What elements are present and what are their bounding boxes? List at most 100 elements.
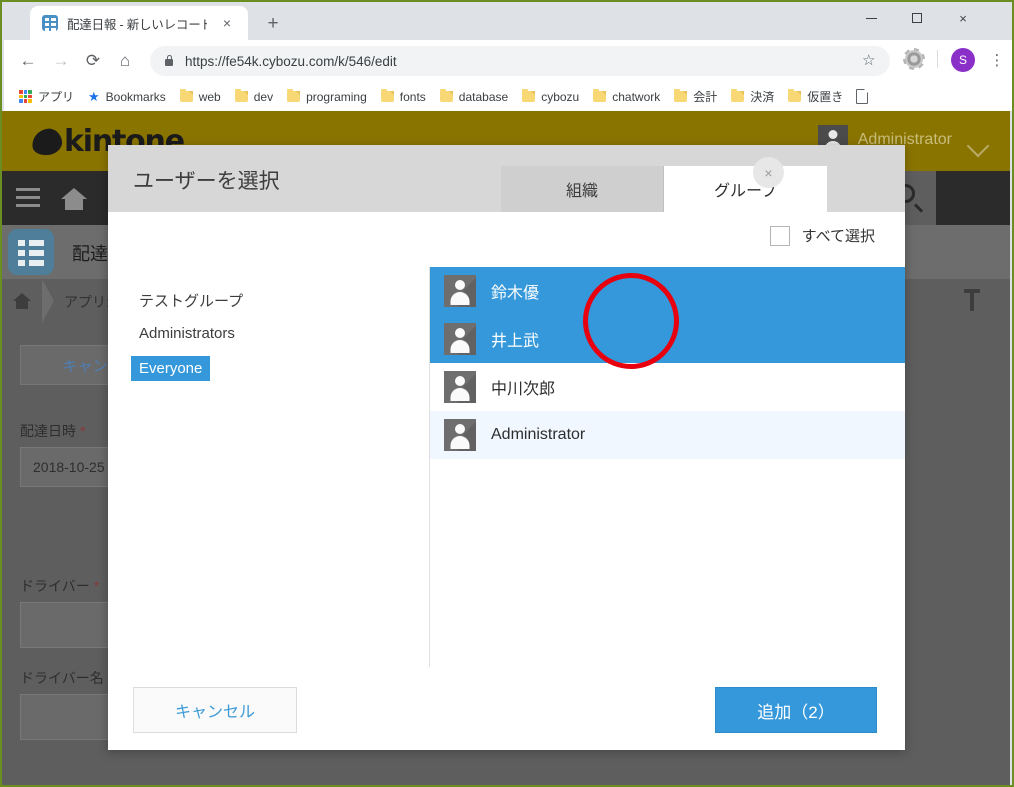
user-avatar-icon [444,275,476,307]
group-item-everyone[interactable]: Everyone [131,356,211,381]
close-icon[interactable]: × [220,16,234,30]
hamburger-icon[interactable] [16,188,40,208]
checkbox-box[interactable] [769,225,790,246]
folder-icon [380,89,394,102]
profile-avatar[interactable]: S [951,48,975,72]
field-label-driver: ドライバー * [20,578,100,594]
bookmark-label: chatwork [612,89,661,104]
window-maximize-button[interactable] [894,2,940,34]
bookmark-label: fonts [399,89,426,104]
bookmark-label: 仮置き [807,90,844,104]
pin-icon[interactable] [962,289,982,313]
lock-icon [164,55,174,67]
bookmark-item-chatwork[interactable]: chatwork [586,85,667,109]
window-minimize-button[interactable] [848,2,894,34]
bookmark-item-kaikei[interactable]: 会計 [667,85,724,109]
folder-icon [439,89,453,102]
bookmark-item-fonts[interactable]: fonts [374,85,433,109]
folder-icon [731,89,745,102]
group-item-test[interactable]: テストグループ [131,286,251,315]
user-select-dialog: ユーザーを選択 組織 グループ すべて選択 テストグループ Administra… [108,145,905,750]
bookmark-label: cybozu [541,89,580,104]
group-list: テストグループ Administrators Everyone [108,267,429,667]
bookmark-label: programing [306,89,367,104]
folder-icon [674,89,688,102]
bookmark-item-apps[interactable]: アプリ [12,85,81,109]
new-tab-button[interactable]: + [260,11,286,37]
folder-icon [179,89,193,102]
bookmark-item-kessai[interactable]: 決済 [724,85,781,109]
select-all-checkbox[interactable]: すべて選択 [769,225,875,246]
bookmarks-bar: アプリ ★ Bookmarks web dev programing fonts [4,82,1012,111]
gear-extension-icon[interactable] [905,50,923,68]
chevron-down-icon[interactable] [966,134,990,158]
home-icon[interactable] [61,188,87,210]
bookmark-label: web [198,89,221,104]
bookmark-label: アプリ [38,90,75,104]
bookmark-item-karioki[interactable]: 仮置き [781,85,850,109]
user-name: 中川次郎 [491,381,556,398]
magnifier-handle [913,203,924,213]
list-item: Administrators [108,321,429,356]
user-row-administrator[interactable]: Administrator [430,411,905,459]
tab-organization[interactable]: 組織 [501,166,664,212]
user-avatar-icon [444,323,476,355]
home-icon[interactable]: ⌂ [113,49,137,73]
bookmark-label: database [458,89,509,104]
forward-icon[interactable]: → [49,49,73,73]
folder-icon [522,89,536,102]
folder-icon [234,89,248,102]
cancel-button[interactable]: キャンセル [133,687,297,733]
page-document-icon[interactable] [856,88,869,104]
browser-menu-icon[interactable]: ⋮ [987,48,1007,72]
user-name: 井上武 [491,333,540,350]
kintone-favicon-icon [42,15,58,31]
user-row-suzuki[interactable]: 鈴木優 [430,267,905,315]
user-avatar-icon [444,371,476,403]
folder-icon [287,89,301,102]
add-button[interactable]: 追加（2） [715,687,877,733]
user-name: Administrator [491,426,586,443]
tab-group[interactable]: グループ [664,166,827,212]
bookmark-star-icon[interactable]: ☆ [862,51,875,69]
tab-strip: 配達日報 - 新しいレコード × + × [2,2,1012,40]
bookmark-item-dev[interactable]: dev [228,85,280,109]
app-icon-bars-right [29,240,44,270]
page-bottom-bar [2,750,1010,785]
list-item: Everyone [108,356,429,391]
home-icon[interactable] [13,293,31,309]
browser-toolbar: ← → ⟳ ⌂ https://fe54k.cybozu.com/k/546/e… [4,40,1012,82]
dialog-footer: キャンセル 追加（2） [108,668,905,750]
user-name: 鈴木優 [491,285,540,302]
screen: 配達日報 - 新しいレコード × + × ← → ⟳ ⌂ https://fe5… [0,0,1014,787]
browser-chrome: 配達日報 - 新しいレコード × + × ← → ⟳ ⌂ https://fe5… [0,0,1014,111]
bookmark-item-programing[interactable]: programing [280,85,374,109]
bookmark-item-database[interactable]: database [433,85,515,109]
address-bar[interactable]: https://fe54k.cybozu.com/k/546/edit [150,46,890,76]
breadcrumb-separator [42,279,54,323]
user-row-inoue[interactable]: 井上武 [430,315,905,363]
bookmark-label: 会計 [693,90,718,104]
field-label-delivery-datetime: 配達日時 * [20,423,86,439]
bookmark-item-web[interactable]: web [173,85,228,109]
app-icon-bars-left [18,240,25,270]
bookmark-item-bookmarks[interactable]: ★ Bookmarks [81,85,173,109]
user-avatar-icon [444,419,476,451]
window-close-button[interactable]: × [940,2,986,34]
browser-tab[interactable]: 配達日報 - 新しいレコード × [30,6,248,40]
bookmark-item-cybozu[interactable]: cybozu [515,85,586,109]
dialog-close-icon[interactable]: × [753,157,784,188]
apps-grid-icon [19,90,32,103]
bookmark-label: dev [253,89,274,104]
app-list-icon [8,229,54,275]
toolbar-divider [937,50,938,68]
address-bar-url: https://fe54k.cybozu.com/k/546/edit [185,53,397,69]
group-item-administrators[interactable]: Administrators [131,321,243,346]
select-all-label: すべて選択 [801,228,875,245]
field-label-driver-name: ドライバー名 [20,670,104,686]
user-row-nakagawa[interactable]: 中川次郎 [430,363,905,411]
bookmark-label: 決済 [750,90,775,104]
star-icon: ★ [88,88,100,104]
back-icon[interactable]: ← [16,49,40,73]
reload-icon[interactable]: ⟳ [81,49,105,73]
